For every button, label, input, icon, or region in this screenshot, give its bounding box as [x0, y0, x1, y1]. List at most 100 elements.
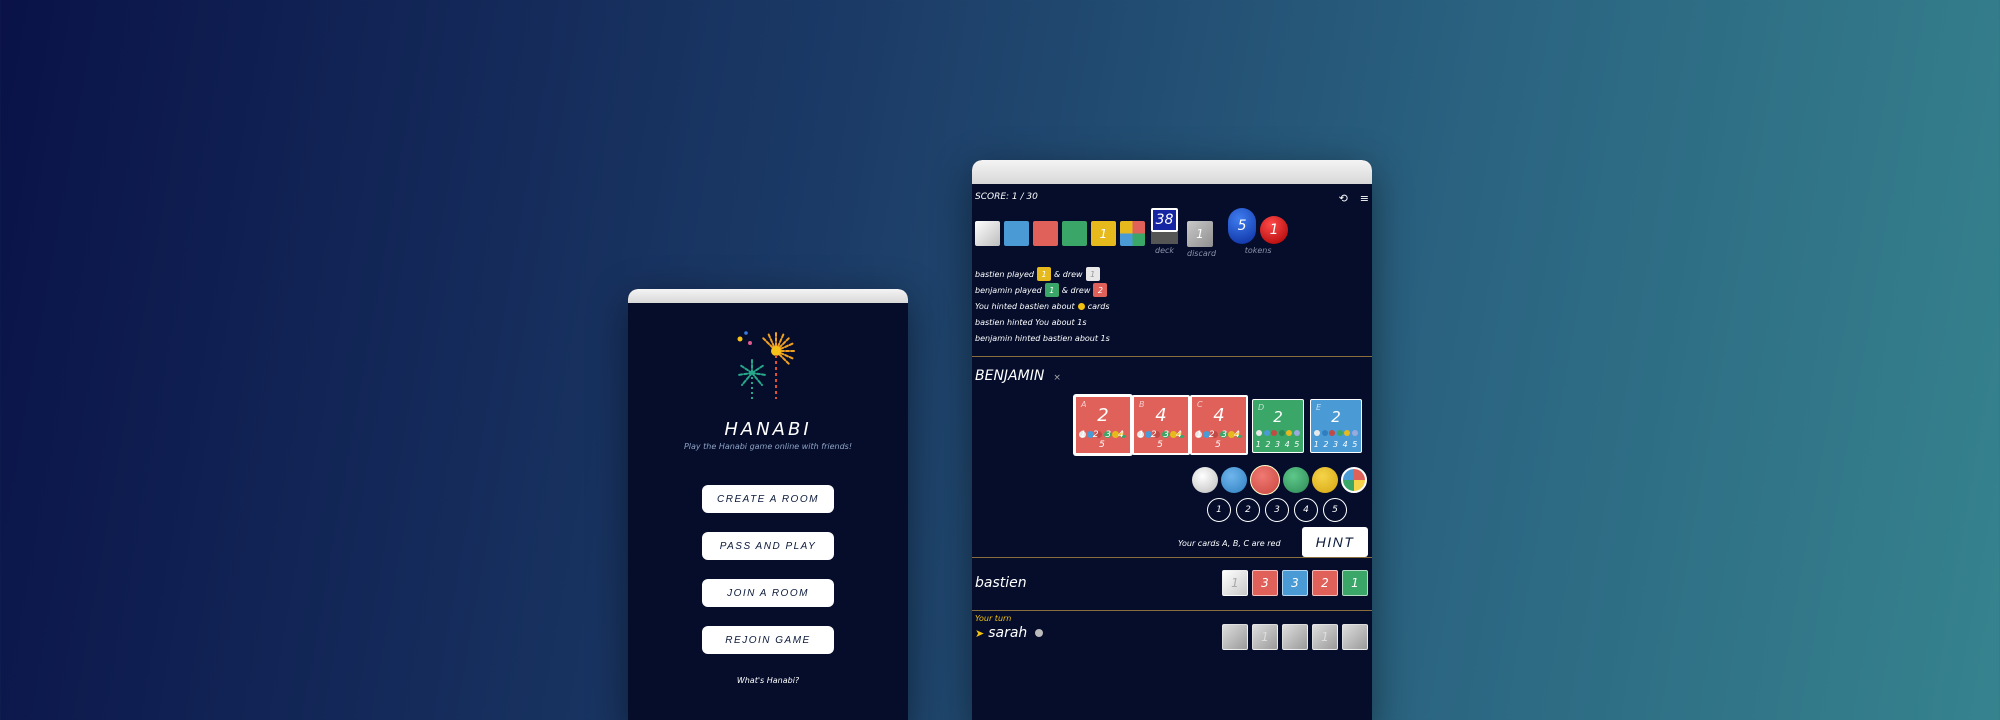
hint-number-4[interactable]: 4 — [1294, 498, 1318, 522]
card-numbers: 1 2 3 4 5 — [1313, 440, 1359, 449]
whats-hanabi-link[interactable]: What's Hanabi? — [737, 676, 799, 685]
game-log: bastien played 1 & drew 1 benjamin playe… — [972, 260, 1372, 356]
log-text: & drew — [1061, 285, 1091, 295]
log-card-green: 1 — [1044, 283, 1059, 297]
log-text: & drew — [1053, 269, 1083, 279]
own-card[interactable]: 1 — [1252, 624, 1278, 650]
strike-tokens: 1 — [1260, 216, 1289, 244]
discard-label: discard — [1187, 249, 1217, 258]
log-entry: bastien played 1 & drew 1 — [975, 266, 1369, 282]
card-value: 4 — [1155, 405, 1167, 426]
bastien-card[interactable]: 3 — [1252, 570, 1278, 596]
hint-preview-text: Your cards A, B, C are red — [1178, 539, 1281, 548]
hint-color-multicolor[interactable] — [1341, 467, 1367, 493]
card-numbers: 1 2 3 4 5 — [1138, 430, 1184, 450]
player-name: BENJAMIN — [975, 368, 1045, 384]
own-card[interactable] — [1342, 624, 1368, 650]
pass-and-play-button[interactable]: PASS AND PLAY — [702, 532, 834, 560]
card-value: 4 — [1213, 405, 1225, 426]
phone-top-bar — [628, 289, 908, 303]
create-room-button[interactable]: CREATE A ROOM — [702, 485, 834, 513]
deck-count: 38 — [1151, 208, 1178, 232]
bastien-card[interactable]: 1 — [1342, 570, 1368, 596]
phone-top-bar — [972, 160, 1372, 184]
hint-button[interactable]: HINT — [1302, 527, 1368, 557]
log-card-yellow: 1 — [1036, 267, 1051, 281]
card-numbers: 1 2 3 4 5 — [1080, 430, 1126, 450]
log-entry: You hinted bastien about cards — [975, 298, 1369, 314]
self-token-icon — [1035, 629, 1044, 637]
log-text: You hinted bastien about — [975, 301, 1075, 311]
player-name: sarah — [988, 625, 1028, 641]
own-card[interactable] — [1282, 624, 1308, 650]
join-room-button[interactable]: JOIN A ROOM — [702, 579, 834, 607]
rollback-icon[interactable]: ⟲ — [1339, 192, 1348, 205]
log-card-white: 1 — [1085, 267, 1100, 281]
hint-color-white[interactable] — [1192, 467, 1218, 493]
hint-color-blue[interactable] — [1221, 467, 1247, 493]
turn-indicator: Your turn — [975, 614, 1012, 623]
stack-blue[interactable] — [1004, 221, 1029, 246]
close-icon[interactable]: × — [1053, 373, 1061, 383]
stack-white[interactable] — [975, 221, 1000, 246]
deck-label: deck — [1154, 246, 1175, 255]
log-text: benjamin played — [975, 285, 1042, 295]
bastien-card[interactable]: 1 — [1222, 570, 1248, 596]
bastien-card[interactable]: 2 — [1312, 570, 1338, 596]
rejoin-game-button[interactable]: REJOIN GAME — [702, 626, 834, 654]
turn-arrow-icon: ➤ — [975, 626, 985, 640]
hint-color-picker — [1192, 465, 1367, 495]
menu-icon[interactable]: ≡ — [1360, 192, 1369, 205]
card-value: 2 — [1331, 408, 1341, 426]
deck-stack — [1151, 232, 1178, 244]
hint-tokens: 5 — [1228, 208, 1257, 244]
hint-number-3[interactable]: 3 — [1265, 498, 1289, 522]
deck[interactable]: 38 deck — [1151, 208, 1178, 255]
hand-card-a[interactable]: A 2 1 2 3 4 5 — [1074, 395, 1132, 455]
discard-pile[interactable]: 1 — [1187, 221, 1213, 247]
stack-multicolor[interactable] — [1120, 221, 1145, 246]
game-screen: SCORE: 1 / 30 ⟲ ≡ 1 38 deck 1 discard 5 … — [972, 160, 1372, 720]
own-card[interactable] — [1222, 624, 1248, 650]
card-color-dots — [1256, 430, 1300, 436]
card-value: 2 — [1097, 405, 1109, 426]
hand-card-e[interactable]: E 2 1 2 3 4 5 — [1310, 399, 1362, 453]
player-benjamin: BENJAMIN × A 2 1 2 3 4 5 B 4 1 2 3 4 5 C… — [972, 357, 1372, 557]
hint-number-picker: 1 2 3 4 5 — [1207, 498, 1347, 522]
bastien-card[interactable]: 3 — [1282, 570, 1308, 596]
player-name: bastien — [975, 575, 1027, 591]
fireworks-logo-icon — [737, 330, 797, 401]
played-stacks: 1 38 deck 1 discard 5 1 tokens — [972, 204, 1372, 260]
hand-card-d[interactable]: D 2 1 2 3 4 5 — [1252, 399, 1304, 453]
log-entry: bastien hinted You about 1s — [975, 317, 1087, 327]
log-text: cards — [1087, 301, 1110, 311]
log-card-red: 2 — [1093, 283, 1108, 297]
own-card[interactable]: 1 — [1312, 624, 1338, 650]
yellow-dot-icon — [1077, 302, 1085, 310]
stack-yellow[interactable]: 1 — [1091, 221, 1116, 246]
menu-screen: HANABI Play the Hanabi game online with … — [628, 289, 908, 720]
card-numbers: 1 2 3 4 5 — [1196, 430, 1242, 450]
hint-number-1[interactable]: 1 — [1207, 498, 1231, 522]
log-text: bastien played — [975, 269, 1034, 279]
hand-card-c[interactable]: C 4 1 2 3 4 5 — [1190, 395, 1248, 455]
app-title: HANABI — [724, 419, 812, 440]
score-label: SCORE: 1 / 30 — [975, 192, 1038, 202]
app-subtitle: Play the Hanabi game online with friends… — [683, 442, 853, 451]
log-entry: benjamin hinted bastien about 1s — [975, 333, 1110, 343]
player-sarah: Your turn ➤ sarah 1 1 — [972, 611, 1372, 663]
stack-red[interactable] — [1033, 221, 1058, 246]
tokens-label: tokens — [1244, 246, 1272, 255]
hint-color-green[interactable] — [1283, 467, 1309, 493]
hint-number-2[interactable]: 2 — [1236, 498, 1260, 522]
stack-green[interactable] — [1062, 221, 1087, 246]
log-entry: benjamin played 1 & drew 2 — [975, 282, 1369, 298]
hint-color-yellow[interactable] — [1312, 467, 1338, 493]
hint-number-5[interactable]: 5 — [1323, 498, 1347, 522]
hint-color-red[interactable] — [1250, 465, 1280, 495]
player-bastien: bastien 1 3 3 2 1 — [972, 558, 1372, 610]
card-value: 2 — [1273, 408, 1283, 426]
hand-card-b[interactable]: B 4 1 2 3 4 5 — [1132, 395, 1190, 455]
card-numbers: 1 2 3 4 5 — [1255, 440, 1301, 449]
card-color-dots — [1314, 430, 1358, 436]
